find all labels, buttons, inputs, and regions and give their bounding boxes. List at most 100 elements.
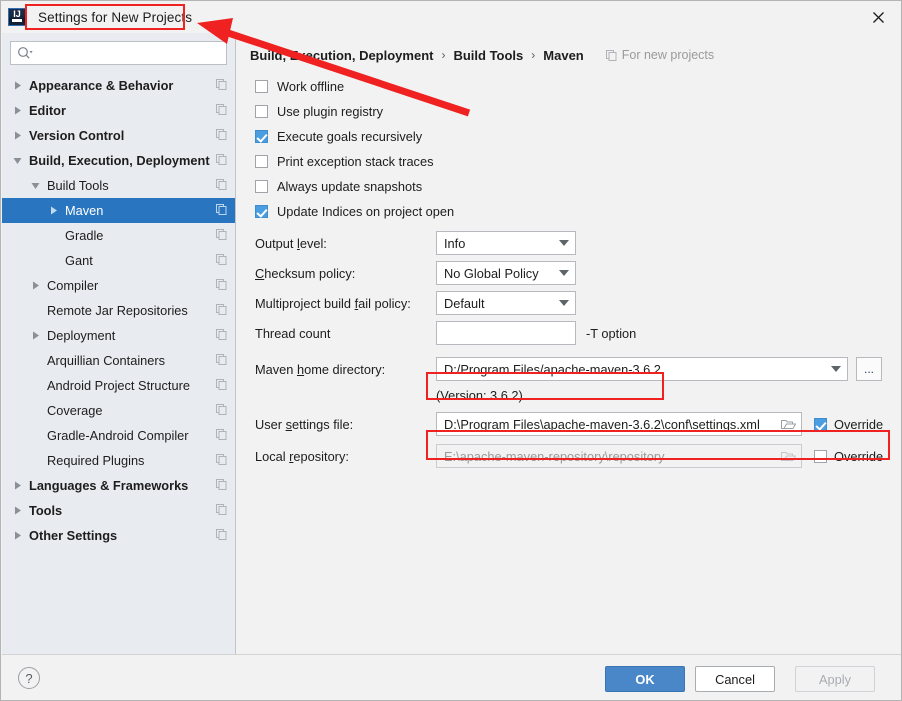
- local-repository-input[interactable]: E:\apache-maven-repository\repository: [436, 444, 802, 468]
- local-repository-value: E:\apache-maven-repository\repository: [444, 448, 665, 464]
- maven-home-combo[interactable]: D:/Program Files/apache-maven-3.6.2: [436, 357, 848, 381]
- copy-icon[interactable]: [216, 503, 227, 518]
- checkbox[interactable]: [255, 130, 268, 143]
- sidebar-item-label: Arquillian Containers: [47, 353, 166, 368]
- sidebar-item-build-tools[interactable]: Build Tools: [2, 173, 235, 198]
- checkbox-row-always-update-snapshots[interactable]: Always update snapshots: [237, 174, 901, 199]
- copy-icon[interactable]: [216, 153, 227, 168]
- thread-count-row: Thread count -T option: [237, 318, 901, 348]
- cancel-button[interactable]: Cancel: [695, 666, 775, 692]
- checkbox[interactable]: [255, 155, 268, 168]
- chevron-right-icon[interactable]: [11, 481, 24, 490]
- thread-count-input[interactable]: [436, 321, 576, 345]
- chevron-right-icon[interactable]: [29, 331, 42, 340]
- breadcrumb-part-3[interactable]: Maven: [543, 48, 583, 63]
- sidebar-item-arquillian-containers[interactable]: Arquillian Containers: [2, 348, 235, 373]
- copy-icon[interactable]: [216, 178, 227, 193]
- search-input[interactable]: [33, 45, 226, 61]
- chevron-right-icon[interactable]: [47, 206, 60, 215]
- user-settings-override[interactable]: Override: [814, 417, 883, 432]
- checkbox-row-use-plugin-registry[interactable]: Use plugin registry: [237, 99, 901, 124]
- copy-icon[interactable]: [216, 228, 227, 243]
- sidebar-item-languages-frameworks[interactable]: Languages & Frameworks: [2, 473, 235, 498]
- sidebar-item-version-control[interactable]: Version Control: [2, 123, 235, 148]
- sidebar-item-remote-jar-repositories[interactable]: Remote Jar Repositories: [2, 298, 235, 323]
- sidebar-item-other-settings[interactable]: Other Settings: [2, 523, 235, 548]
- sidebar-item-appearance-behavior[interactable]: Appearance & Behavior: [2, 73, 235, 98]
- sidebar-item-build-execution-deployment[interactable]: Build, Execution, Deployment: [2, 148, 235, 173]
- checkbox-row-print-exception-stack-traces[interactable]: Print exception stack traces: [237, 149, 901, 174]
- local-repository-override-checkbox[interactable]: [814, 449, 827, 463]
- chevron-right-icon[interactable]: [11, 106, 24, 115]
- output-level-row: Output level: Info: [237, 228, 901, 258]
- folder-icon: [780, 420, 796, 429]
- fail-policy-combo[interactable]: Default: [436, 291, 576, 315]
- copy-icon[interactable]: [216, 253, 227, 268]
- user-settings-browse-button[interactable]: [775, 418, 801, 430]
- breadcrumb-part-1[interactable]: Build, Execution, Deployment: [250, 48, 433, 63]
- checkbox[interactable]: [255, 205, 268, 218]
- sidebar-item-label: Gant: [65, 253, 93, 268]
- chevron-right-icon[interactable]: [11, 81, 24, 90]
- output-level-combo[interactable]: Info: [436, 231, 576, 255]
- copy-icon[interactable]: [216, 478, 227, 493]
- copy-icon[interactable]: [216, 103, 227, 118]
- checkbox-row-update-indices-on-project-open[interactable]: Update Indices on project open: [237, 199, 901, 224]
- copy-icon[interactable]: [216, 203, 227, 218]
- sidebar-item-label: Gradle: [65, 228, 104, 243]
- copy-icon[interactable]: [216, 128, 227, 143]
- chevron-right-icon[interactable]: [11, 506, 24, 515]
- chevron-down-icon[interactable]: [11, 156, 24, 165]
- copy-icon[interactable]: [216, 428, 227, 443]
- breadcrumb-part-2[interactable]: Build Tools: [453, 48, 523, 63]
- chevron-down-icon[interactable]: [29, 181, 42, 190]
- chevron-right-icon[interactable]: [29, 281, 42, 290]
- sidebar-item-label: Editor: [29, 103, 66, 118]
- sidebar-item-maven[interactable]: Maven: [2, 198, 235, 223]
- maven-home-label: Maven home directory:: [255, 361, 386, 377]
- local-repository-override[interactable]: Override: [814, 449, 883, 464]
- local-repository-browse-button[interactable]: [775, 450, 801, 462]
- chevron-right-icon[interactable]: [11, 531, 24, 540]
- copy-icon[interactable]: [216, 353, 227, 368]
- ok-button[interactable]: OK: [605, 666, 685, 692]
- sidebar-item-compiler[interactable]: Compiler: [2, 273, 235, 298]
- close-button[interactable]: [855, 1, 901, 33]
- checkbox[interactable]: [255, 105, 268, 118]
- maven-home-row: Maven home directory: D:/Program Files/a…: [237, 354, 901, 384]
- sidebar-item-coverage[interactable]: Coverage: [2, 398, 235, 423]
- sidebar-item-deployment[interactable]: Deployment: [2, 323, 235, 348]
- chevron-right-icon[interactable]: [11, 131, 24, 140]
- checkbox-row-execute-goals-recursively[interactable]: Execute goals recursively: [237, 124, 901, 149]
- chevron-down-icon[interactable]: [825, 366, 847, 372]
- dialog-footer: ? OK Cancel Apply: [2, 654, 901, 700]
- user-settings-override-checkbox[interactable]: [814, 417, 827, 431]
- maven-home-browse-button[interactable]: ...: [856, 357, 882, 381]
- checksum-policy-combo[interactable]: No Global Policy: [436, 261, 576, 285]
- sidebar-item-required-plugins[interactable]: Required Plugins: [2, 448, 235, 473]
- copy-icon[interactable]: [216, 378, 227, 393]
- sidebar-item-editor[interactable]: Editor: [2, 98, 235, 123]
- checkbox[interactable]: [255, 180, 268, 193]
- copy-icon[interactable]: [216, 278, 227, 293]
- chevron-down-icon: [553, 270, 575, 276]
- copy-icon[interactable]: [216, 528, 227, 543]
- checkbox-label: Execute goals recursively: [277, 129, 423, 144]
- search-box[interactable]: [10, 41, 227, 65]
- sidebar-item-gradle[interactable]: Gradle: [2, 223, 235, 248]
- sidebar-item-gradle-android-compiler[interactable]: Gradle-Android Compiler: [2, 423, 235, 448]
- copy-icon[interactable]: [216, 78, 227, 93]
- copy-icon[interactable]: [216, 453, 227, 468]
- copy-icon[interactable]: [216, 403, 227, 418]
- fail-policy-value: Default: [444, 295, 485, 311]
- copy-icon[interactable]: [216, 328, 227, 343]
- sidebar-item-gant[interactable]: Gant: [2, 248, 235, 273]
- checkbox[interactable]: [255, 80, 268, 93]
- sidebar-item-label: Deployment: [47, 328, 116, 343]
- checkbox-row-work-offline[interactable]: Work offline: [237, 74, 901, 99]
- sidebar-item-tools[interactable]: Tools: [2, 498, 235, 523]
- sidebar-item-android-project-structure[interactable]: Android Project Structure: [2, 373, 235, 398]
- user-settings-input[interactable]: D:\Program Files\apache-maven-3.6.2\conf…: [436, 412, 802, 436]
- copy-icon[interactable]: [216, 303, 227, 318]
- help-button[interactable]: ?: [18, 667, 40, 689]
